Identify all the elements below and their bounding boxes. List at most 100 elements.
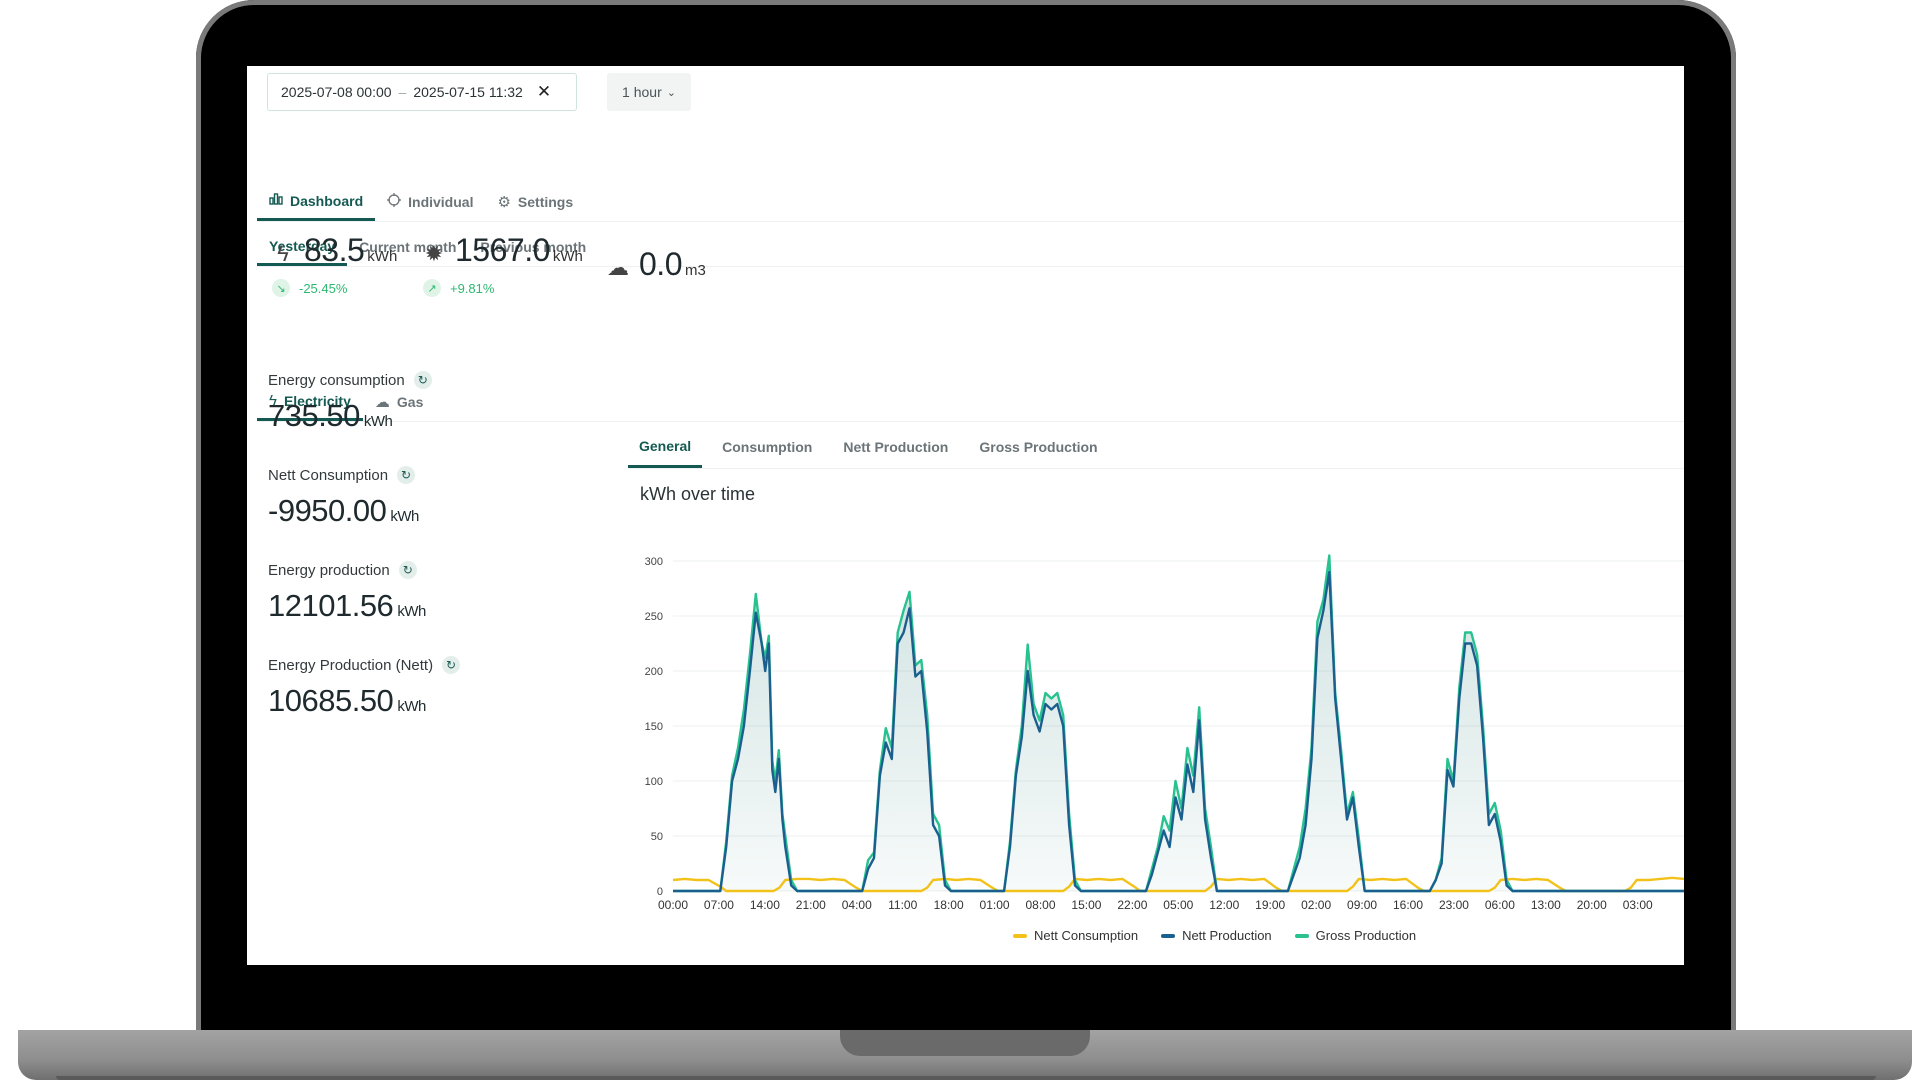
delta-value: -25.45% bbox=[299, 280, 348, 296]
kpi-energy-production: Energy production ↻ 12101.56 kWh bbox=[268, 561, 426, 624]
app-screen: 2025-07-08 00:00 – 2025-07-15 11:32 ✕ 1 … bbox=[247, 66, 1684, 965]
kpi-label: Energy Production (Nett) bbox=[268, 656, 434, 674]
tab-gross-production[interactable]: Gross Production bbox=[968, 426, 1108, 468]
kpi-unit: kWh bbox=[363, 413, 393, 430]
close-icon[interactable]: ✕ bbox=[537, 82, 551, 102]
electricity-summary: ϟ 83.5 kWh ↘ -25.45% bbox=[272, 232, 397, 297]
y-tick-label: 200 bbox=[645, 666, 663, 678]
kpi-unit: kWh bbox=[390, 508, 419, 525]
y-tick-label: 100 bbox=[645, 776, 663, 788]
legend-swatch bbox=[1013, 933, 1027, 938]
chart-legend: Nett Consumption Nett Production Gross P… bbox=[1013, 928, 1439, 943]
tab-general[interactable]: General bbox=[628, 426, 703, 468]
crosshair-icon bbox=[387, 193, 402, 211]
x-tick-label: 12:00 bbox=[1209, 898, 1239, 912]
gross-production-area bbox=[673, 555, 1684, 891]
solar-value: 1567.0 bbox=[455, 232, 550, 268]
tab-label: Gross Production bbox=[979, 439, 1098, 455]
gear-icon: ⚙ bbox=[497, 194, 511, 211]
y-tick-label: 150 bbox=[645, 721, 663, 733]
tab-label: Settings bbox=[517, 194, 574, 210]
legend-nett-production[interactable]: Nett Production bbox=[1161, 928, 1272, 943]
x-tick-label: 04:00 bbox=[842, 898, 872, 912]
main-tabs: Dashboard Individual ⚙ Settings bbox=[257, 183, 1684, 222]
tab-individual[interactable]: Individual bbox=[375, 183, 485, 221]
refresh-icon[interactable]: ↻ bbox=[413, 371, 432, 389]
x-tick-label: 01:00 bbox=[980, 898, 1010, 912]
x-tick-label: 00:00 bbox=[658, 898, 688, 912]
gas-summary: ☁ 0.0 m3 bbox=[607, 246, 706, 283]
y-tick-label: 0 bbox=[657, 886, 663, 898]
tab-label: Dashboard bbox=[290, 192, 364, 209]
interval-value: 1 hour bbox=[622, 84, 662, 100]
x-tick-label: 02:00 bbox=[1301, 898, 1331, 912]
legend-nett-consumption[interactable]: Nett Consumption bbox=[1013, 928, 1138, 943]
x-tick-label: 11:00 bbox=[888, 898, 917, 912]
kpi-label: Nett Consumption bbox=[268, 466, 389, 484]
electricity-value: 83.5 bbox=[304, 232, 365, 268]
refresh-icon[interactable]: ↻ bbox=[442, 656, 461, 674]
x-tick-label: 09:00 bbox=[1347, 898, 1377, 912]
legend-label: Gross Production bbox=[1315, 928, 1417, 943]
delta-value: +9.81% bbox=[450, 280, 495, 296]
cloud-icon: ☁ bbox=[607, 255, 629, 280]
tab-label: Nett Production bbox=[843, 439, 949, 455]
tab-settings[interactable]: ⚙ Settings bbox=[485, 183, 585, 221]
y-tick-label: 50 bbox=[651, 831, 663, 843]
energy-tabs: ϟ Electricity ☁ Gas bbox=[257, 383, 1684, 422]
kpi-value: 10685.50 bbox=[268, 683, 394, 718]
kpi-value: -9950.00 bbox=[268, 493, 387, 528]
lightning-icon: ϟ bbox=[277, 241, 289, 266]
x-tick-label: 23:00 bbox=[1439, 898, 1469, 912]
tab-label: General bbox=[639, 437, 692, 454]
x-tick-label: 14:00 bbox=[750, 898, 780, 912]
sun-icon: ✹ bbox=[424, 241, 444, 266]
chevron-down-icon: ⌄ bbox=[666, 86, 676, 99]
refresh-icon[interactable]: ↻ bbox=[397, 466, 416, 484]
tab-dashboard[interactable]: Dashboard bbox=[257, 183, 376, 221]
x-tick-label: 21:00 bbox=[796, 898, 826, 912]
date-from: 2025-07-08 00:00 bbox=[281, 84, 392, 100]
kpi-value: 735.50 bbox=[268, 398, 360, 433]
date-to: 2025-07-15 11:32 bbox=[413, 84, 523, 100]
chart-title: kWh over time bbox=[640, 484, 756, 504]
x-tick-label: 20:00 bbox=[1577, 898, 1607, 912]
legend-gross-production[interactable]: Gross Production bbox=[1294, 928, 1417, 943]
solar-summary: ✹ 1567.0 kWh ↗ +9.81% bbox=[423, 232, 583, 297]
x-tick-label: 08:00 bbox=[1025, 898, 1055, 912]
legend-label: Nett Consumption bbox=[1034, 928, 1139, 943]
chart-tabs: General Consumption Nett Production Gros… bbox=[628, 426, 1684, 469]
tab-nett-production[interactable]: Nett Production bbox=[832, 426, 959, 468]
x-tick-label: 13:00 bbox=[1531, 898, 1561, 912]
kpi-label: Energy consumption bbox=[268, 371, 405, 389]
arrow-up-right-icon: ↗ bbox=[423, 279, 441, 297]
gas-value: 0.0 bbox=[639, 246, 682, 282]
y-tick-label: 250 bbox=[645, 611, 663, 623]
x-tick-label: 22:00 bbox=[1117, 898, 1147, 912]
kpi-unit: kWh bbox=[397, 603, 426, 620]
tab-label: Consumption bbox=[722, 439, 813, 455]
kpi-energy-consumption: Energy consumption ↻ 735.50 kWh bbox=[268, 371, 432, 434]
kwh-chart: 0 50 100 150 200 250 300 00:00 07:00 14:00 21:00 04… bbox=[645, 554, 1684, 912]
arrow-down-right-icon: ↘ bbox=[272, 279, 290, 297]
electricity-delta: ↘ -25.45% bbox=[272, 279, 397, 297]
legend-label: Nett Production bbox=[1182, 928, 1272, 943]
date-separator: – bbox=[398, 84, 407, 100]
legend-swatch bbox=[1294, 933, 1309, 938]
bar-chart-icon bbox=[269, 192, 283, 209]
x-tick-label: 07:00 bbox=[704, 898, 734, 912]
kpi-energy-production-nett: Energy Production (Nett) ↻ 10685.50 kWh bbox=[268, 656, 461, 719]
kpi-label: Energy production bbox=[268, 561, 390, 579]
date-range-picker[interactable]: 2025-07-08 00:00 – 2025-07-15 11:32 ✕ bbox=[267, 73, 577, 111]
laptop-foot bbox=[56, 1076, 1876, 1080]
x-tick-label: 19:00 bbox=[1255, 898, 1285, 912]
interval-select[interactable]: 1 hour ⌄ bbox=[607, 73, 691, 111]
electricity-unit: kWh bbox=[367, 248, 398, 265]
legend-swatch bbox=[1161, 933, 1176, 938]
kpi-nett-consumption: Nett Consumption ↻ -9950.00 kWh bbox=[268, 466, 419, 529]
x-tick-label: 15:00 bbox=[1071, 898, 1101, 912]
refresh-icon[interactable]: ↻ bbox=[398, 561, 417, 579]
tab-consumption[interactable]: Consumption bbox=[711, 426, 823, 468]
solar-unit: kWh bbox=[552, 248, 583, 265]
x-tick-label: 18:00 bbox=[934, 898, 964, 912]
